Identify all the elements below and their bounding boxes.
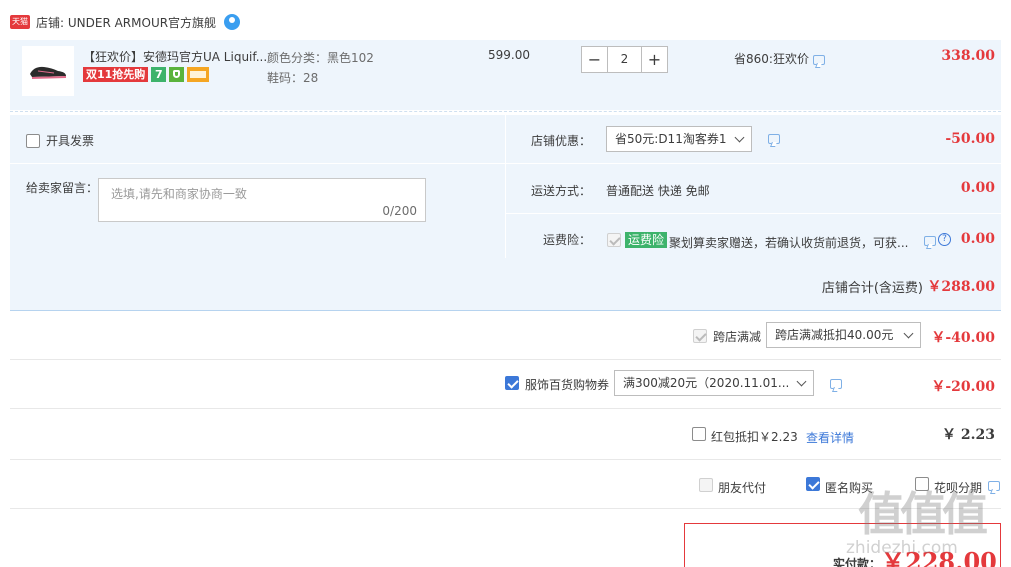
item-subtotal: 338.00	[941, 48, 995, 64]
watermark-glyph-3: 值	[942, 487, 988, 541]
order-options-panel: 开具发票 给卖家留言： 选填,请先和商家协商一致 0/200 店铺优惠： 省50…	[10, 115, 1001, 310]
freight-insurance-tag: 运费险	[625, 232, 668, 248]
double11-tag: 双11抢先购	[83, 67, 149, 82]
red-packet-label: 红包抵扣￥2.23	[711, 430, 798, 444]
friend-pay-checkbox	[699, 478, 713, 492]
shop-total-amount: ￥288.00	[927, 279, 995, 295]
help-icon[interactable]: ?	[938, 233, 951, 246]
huabei-info-icon[interactable]	[988, 481, 1000, 491]
voucher-checkbox[interactable]	[505, 376, 519, 390]
product-title-link[interactable]: 【狂欢价】安德玛官方UA Liquif...	[83, 48, 267, 65]
message-placeholder: 选填,请先和商家协商一致	[111, 187, 247, 201]
promo-tags: 双11抢先购 7	[83, 67, 210, 82]
invoice-option[interactable]: 开具发票	[26, 132, 94, 149]
voucher-row: 服饰百货购物券 满300减20元（2020.11.01... ￥-20.00	[10, 360, 1001, 408]
message-label: 给卖家留言：	[26, 181, 99, 195]
discount-note: 省860:狂欢价	[734, 52, 809, 66]
voucher-info-icon[interactable]	[830, 379, 842, 389]
watermark-glyph-1: 值	[858, 487, 904, 541]
sku-size: 鞋码：28	[267, 71, 319, 85]
shop-name-link[interactable]: 店铺: UNDER ARMOUR官方旗舰	[36, 14, 216, 31]
tmall-badge-icon: 天猫	[10, 15, 30, 29]
watermark: 值值值	[858, 478, 988, 544]
shipping-method: 普通配送 快递 免邮	[606, 184, 710, 198]
sku-color: 颜色分类：黑色102	[267, 51, 374, 65]
freight-insurance-amount: 0.00	[960, 231, 995, 247]
shoe-icon	[30, 66, 66, 79]
voucher-label: 服饰百货购物券	[525, 378, 610, 392]
qty-minus-button[interactable]: −	[581, 46, 608, 73]
freight-insurance-chat-icon[interactable]	[924, 236, 936, 246]
freight-insurance-label: 运费险：	[543, 233, 592, 247]
freight-insurance-checkbox	[607, 233, 621, 247]
invoice-label: 开具发票	[46, 134, 95, 148]
wangwang-chat-icon[interactable]	[224, 14, 241, 30]
shop-discount-info-icon[interactable]	[768, 134, 780, 144]
message-counter: 0/200	[382, 204, 417, 218]
red-packet-checkbox[interactable]	[692, 427, 706, 441]
quantity-stepper: − 2 +	[581, 46, 668, 73]
guarantee-icon	[169, 67, 185, 82]
invoice-checkbox[interactable]	[26, 133, 40, 148]
cross-store-checkbox	[693, 329, 707, 343]
anonymous-checkbox[interactable]	[806, 477, 820, 491]
cross-store-value: 跨店满减抵扣40.00元	[775, 328, 894, 342]
product-thumbnail[interactable]	[22, 46, 74, 96]
watermark-glyph-2: 值	[900, 487, 946, 541]
pay-options-row: 朋友代付 匿名购买 花呗分期	[10, 460, 1001, 508]
seven-day-return-tag: 7	[151, 67, 167, 82]
voucher-value: 满300减20元（2020.11.01...	[623, 376, 790, 390]
shop-discount-amount: -50.00	[945, 131, 995, 147]
voucher-amount: ￥-20.00	[931, 379, 995, 395]
right-divider-1	[505, 163, 1001, 164]
red-packet-amount: ￥ 2.23	[942, 427, 995, 443]
chevron-down-icon	[903, 328, 914, 339]
divider	[10, 508, 1001, 509]
chevron-down-icon	[734, 132, 745, 143]
friend-pay-label: 朋友代付	[718, 481, 767, 495]
left-divider	[10, 163, 505, 164]
shipping-label: 运送方式：	[531, 184, 592, 198]
shop-discount-label: 店铺优惠：	[531, 134, 592, 148]
chevron-down-icon	[796, 376, 807, 387]
right-divider-2	[505, 213, 1001, 214]
cross-store-select[interactable]: 跨店满减抵扣40.00元	[766, 322, 921, 348]
cross-store-label: 跨店满减	[713, 330, 762, 344]
cross-store-row: 跨店满减 跨店满减抵扣40.00元 ￥-40.00	[10, 311, 1001, 359]
voucher-select[interactable]: 满300减20元（2020.11.01...	[614, 370, 814, 396]
red-packet-row: 红包抵扣￥2.23 查看详情 ￥ 2.23	[10, 409, 1001, 459]
discount-info-icon[interactable]	[813, 55, 825, 65]
qty-input[interactable]: 2	[608, 46, 641, 73]
watermark-domain: zhidezhi.com	[846, 538, 958, 558]
shipping-amount: 0.00	[960, 180, 995, 196]
card-icon	[187, 67, 210, 82]
item-row: 【狂欢价】安德玛官方UA Liquif... 双11抢先购 7 颜色分类：黑色1…	[10, 40, 1001, 110]
shop-discount-select[interactable]: 省50元:D11淘客券1	[606, 126, 752, 152]
freight-insurance-text: 聚划算卖家赠送，若确认收货前退货，可获...	[669, 236, 909, 250]
cross-store-amount: ￥-40.00	[931, 330, 995, 346]
message-textarea[interactable]: 选填,请先和商家协商一致 0/200	[98, 178, 426, 222]
qty-plus-button[interactable]: +	[641, 46, 668, 73]
red-packet-details-link[interactable]: 查看详情	[806, 429, 854, 446]
shop-discount-value: 省50元:D11淘客券1	[615, 132, 727, 146]
divider	[10, 111, 1001, 112]
unit-price: 599.00	[488, 48, 530, 62]
shop-header: 天猫 店铺: UNDER ARMOUR官方旗舰	[10, 12, 241, 32]
shop-total-label: 店铺合计(含运费)	[821, 281, 923, 296]
